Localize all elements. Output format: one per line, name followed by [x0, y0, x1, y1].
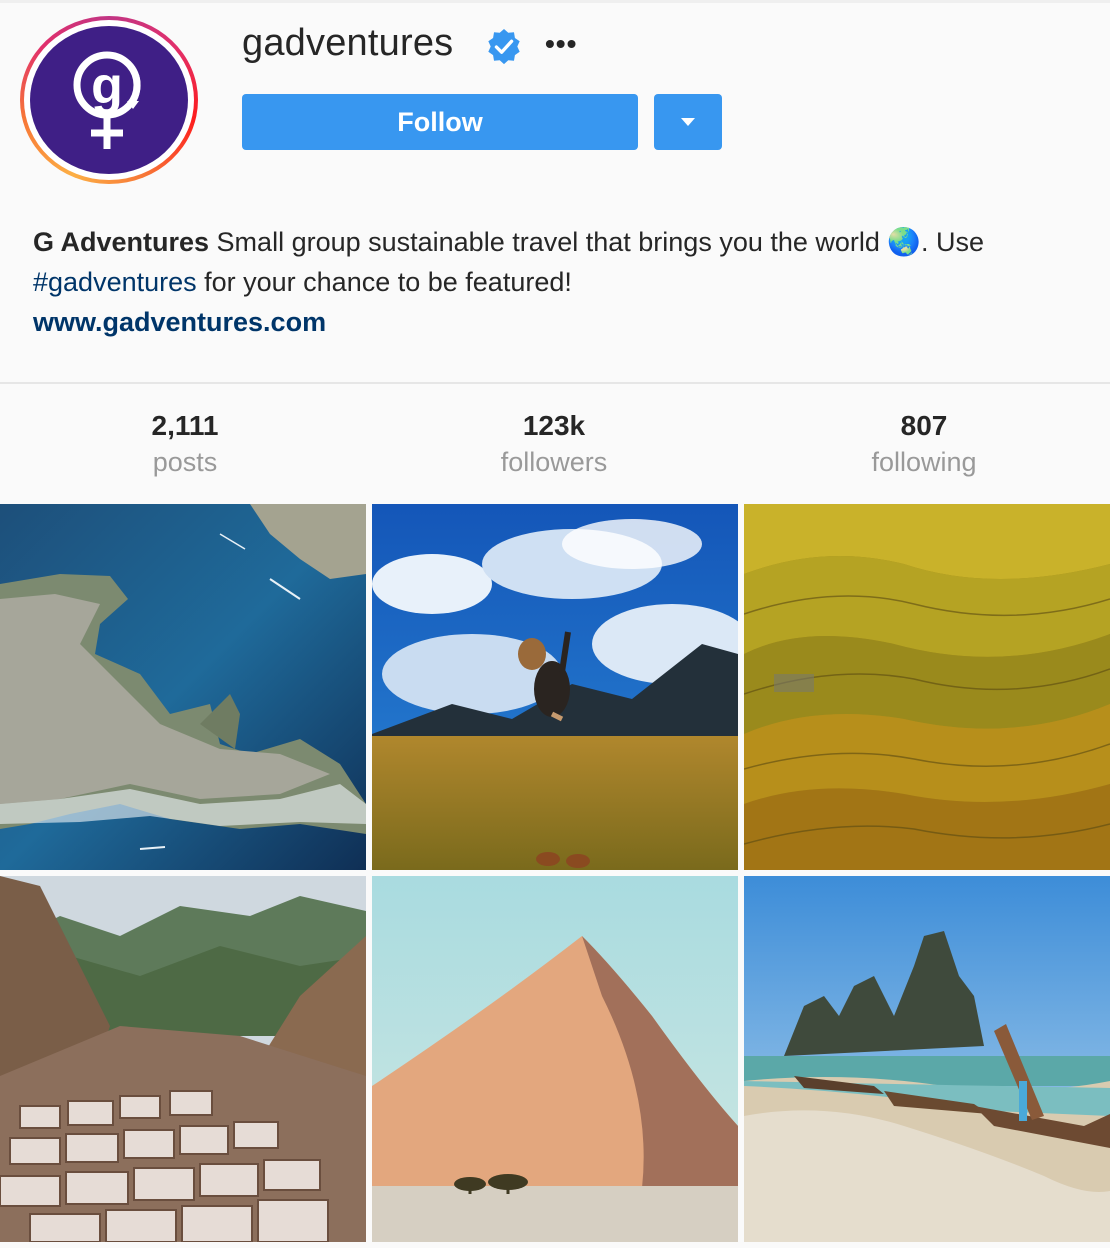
follow-button[interactable]: Follow: [242, 94, 638, 150]
top-border: [0, 0, 1110, 3]
following-label: following: [871, 447, 977, 477]
post-tile-jumping-field[interactable]: [372, 504, 738, 870]
profile-bio: G Adventures Small group sustainable tra…: [33, 222, 1093, 342]
posts-count: 2,111: [151, 410, 219, 441]
profile-full-name: G Adventures: [33, 227, 210, 257]
profile-username: gadventures: [242, 22, 454, 64]
post-tile-rice-terraces[interactable]: [744, 504, 1110, 870]
globe-emoji: 🌏: [887, 227, 922, 257]
followers-count: 123k: [522, 410, 586, 441]
followers-label: followers: [500, 447, 608, 477]
post-tile-longtail-boats[interactable]: [744, 876, 1110, 1242]
stat-posts: 2,111 posts: [35, 408, 335, 480]
verified-badge-icon: [485, 28, 523, 66]
post-tile-sand-dune[interactable]: [372, 876, 738, 1242]
stats-divider: [0, 382, 1110, 384]
posts-grid: [0, 504, 1110, 1248]
bio-text: for your chance to be featured!: [196, 267, 572, 297]
hashtag-link[interactable]: #gadventures: [33, 267, 197, 297]
post-tile-aerial-coastline[interactable]: [0, 504, 366, 870]
bio-text: Small group sustainable travel that brin…: [209, 227, 888, 257]
profile-avatar[interactable]: g: [20, 16, 198, 184]
post-tile-salt-mines[interactable]: [0, 876, 366, 1242]
caret-down-icon: [680, 115, 696, 130]
bio-text: . Use: [921, 227, 985, 257]
following-count: 807: [900, 410, 948, 441]
suggestions-dropdown-button[interactable]: [654, 94, 722, 150]
g-adventures-logo-icon: g: [30, 26, 188, 174]
more-options-button[interactable]: •••: [545, 28, 577, 60]
svg-text:g: g: [91, 57, 123, 115]
stat-followers[interactable]: 123k followers: [404, 408, 704, 480]
website-link[interactable]: www.gadventures.com: [33, 302, 1093, 342]
stat-following[interactable]: 807 following: [774, 408, 1074, 480]
posts-label: posts: [152, 447, 218, 477]
